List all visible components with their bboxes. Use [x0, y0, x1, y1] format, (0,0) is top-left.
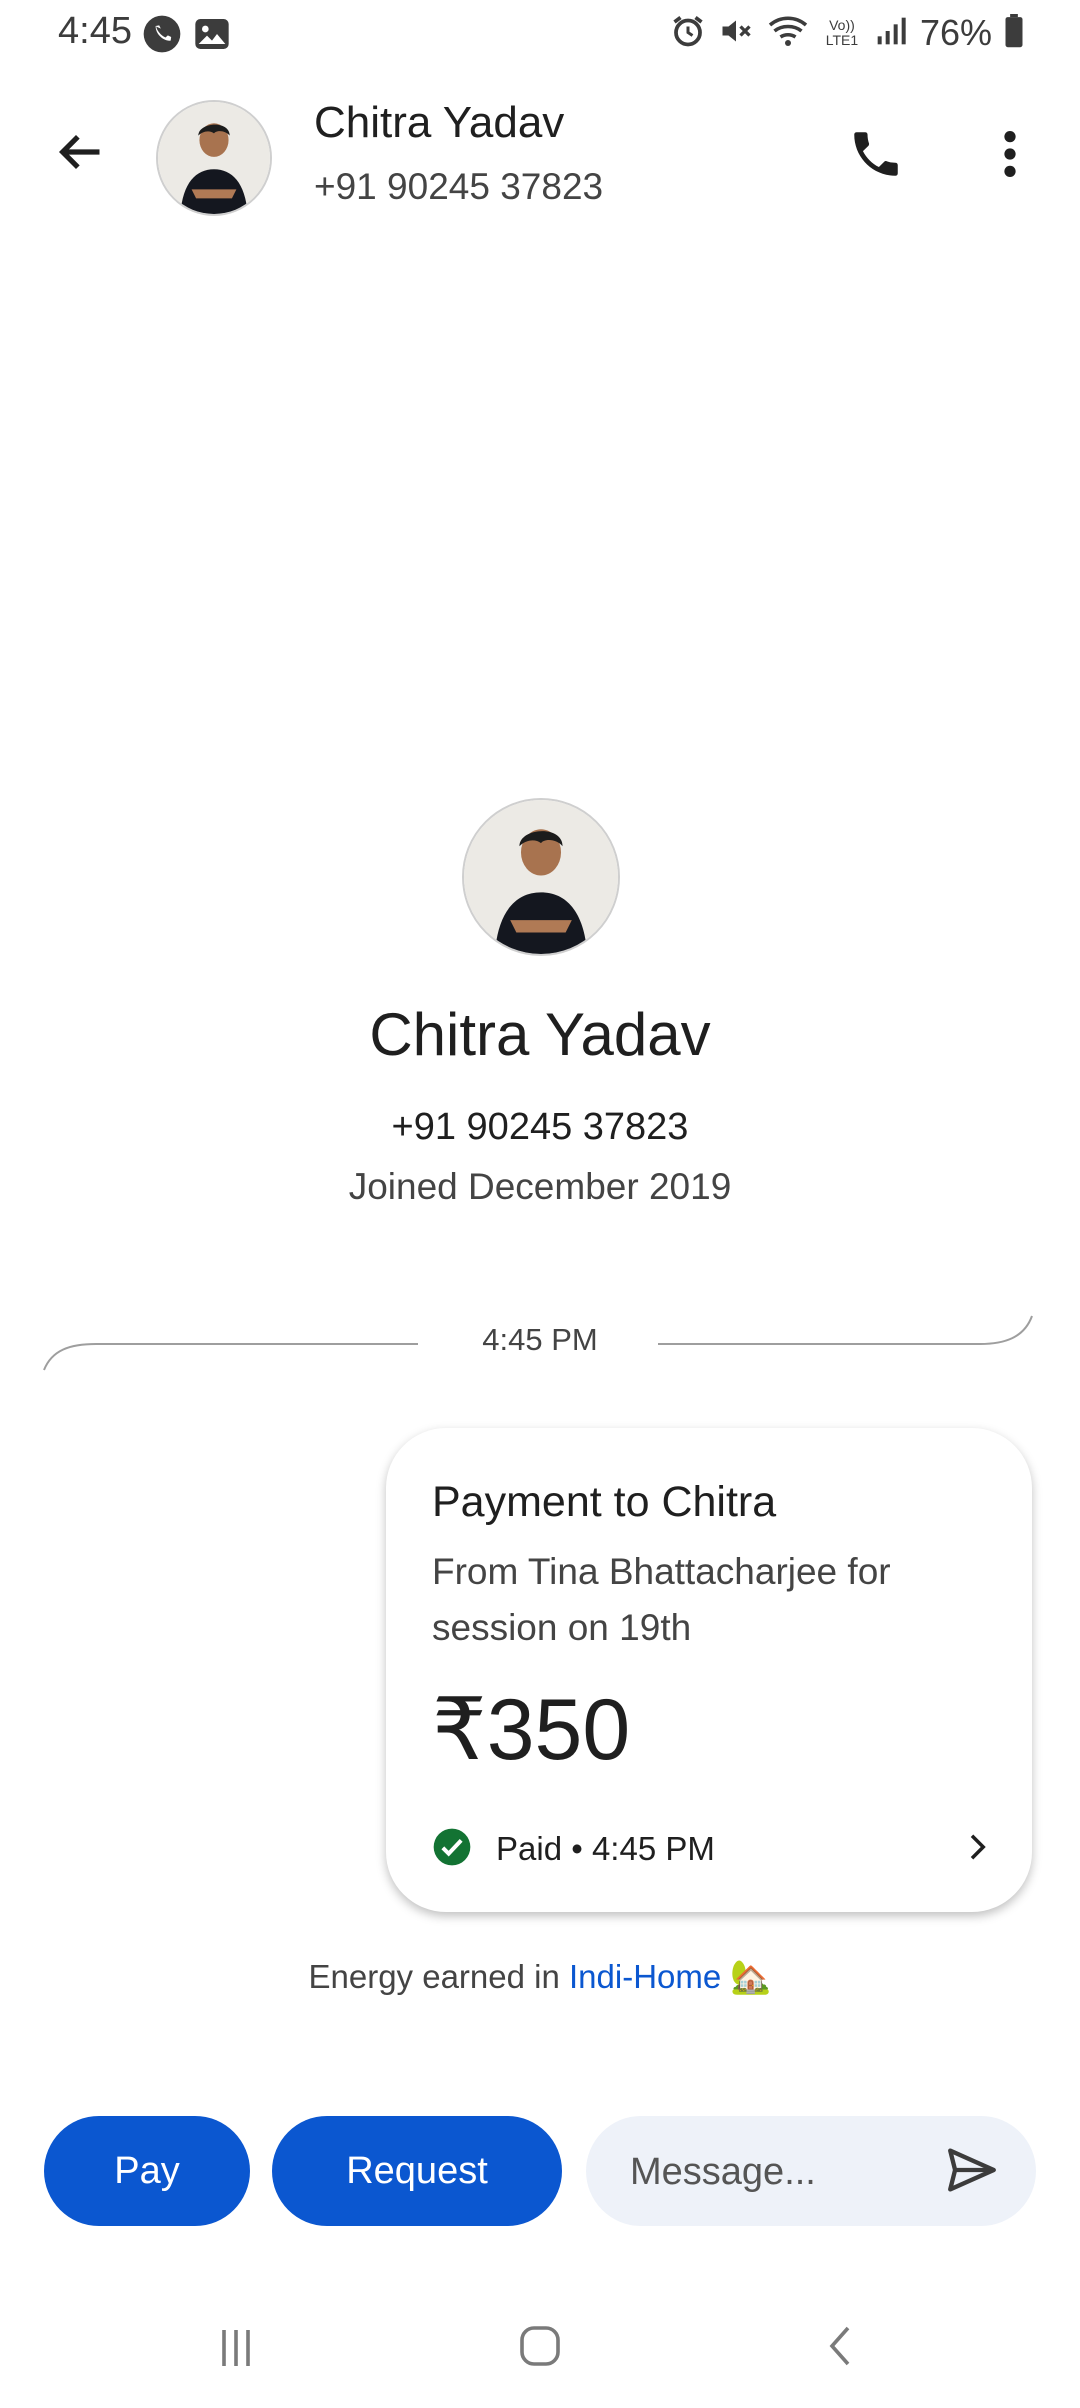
volte-icon: Vo)) LTE1: [825, 17, 859, 48]
recent-apps-icon: [212, 2324, 260, 2377]
energy-earned-line: Energy earned in Indi-Home 🏡: [0, 1958, 1080, 1997]
battery-icon: [1004, 13, 1024, 53]
status-left-icons: [142, 14, 232, 59]
alarm-icon: [670, 13, 706, 54]
send-icon: [943, 2141, 1001, 2204]
contact-avatar[interactable]: [156, 100, 272, 216]
nav-back-button[interactable]: [810, 2316, 874, 2380]
header-contact-name: Chitra Yadav: [314, 98, 565, 147]
call-button[interactable]: [840, 120, 912, 192]
status-time: 4:45: [58, 10, 132, 52]
message-timestamp: 4:45 PM: [482, 1322, 598, 1357]
indi-home-link[interactable]: Indi-Home: [569, 1958, 721, 1995]
nav-back-icon: [818, 2322, 866, 2375]
call-icon: [847, 125, 905, 188]
payment-amount: ₹350: [432, 1682, 631, 1778]
more-options-button[interactable]: [986, 120, 1034, 192]
payment-status-row: Paid • 4:45 PM: [432, 1814, 715, 1884]
mute-icon: [718, 13, 754, 54]
payment-status: Paid • 4:45 PM: [496, 1830, 715, 1867]
energy-prefix: Energy earned in: [308, 1958, 569, 1995]
payment-card[interactable]: Payment to Chitra From Tina Bhattacharje…: [386, 1428, 1032, 1912]
more-vert-icon: [1002, 128, 1018, 185]
profile-phone: +91 90245 37823: [391, 1106, 689, 1148]
profile-avatar: [462, 798, 620, 956]
message-composer: [586, 2116, 1036, 2228]
message-input[interactable]: [628, 2116, 932, 2228]
check-circle-icon: [432, 1827, 472, 1872]
signal-icon: [874, 15, 908, 52]
profile-name: Chitra Yadav: [369, 1001, 711, 1068]
status-right: Vo)) LTE1 76%: [670, 12, 1024, 54]
back-button[interactable]: [48, 122, 112, 186]
image-icon: [192, 14, 232, 59]
house-emoji: 🏡: [730, 1958, 772, 1995]
request-button[interactable]: Request: [272, 2116, 562, 2226]
chevron-right-icon: [962, 1832, 992, 1867]
send-button[interactable]: [940, 2140, 1004, 2204]
payment-description: From Tina Bhattacharjee for session on 1…: [432, 1551, 891, 1648]
payment-details-chevron[interactable]: [950, 1822, 1004, 1876]
profile-joined-date: Joined December 2019: [348, 1166, 732, 1207]
back-arrow-icon: [54, 126, 106, 183]
nav-home-button[interactable]: [508, 2316, 572, 2380]
battery-text: 76%: [919, 12, 992, 53]
pay-button[interactable]: Pay: [44, 2116, 250, 2226]
phone-call-icon: [142, 14, 182, 59]
header-contact-phone: +91 90245 37823: [314, 166, 604, 207]
wifi-icon: [766, 13, 810, 54]
home-icon: [516, 2322, 564, 2375]
payment-title: Payment to Chitra: [432, 1478, 777, 1526]
nav-recent-apps-button[interactable]: [204, 2318, 268, 2382]
